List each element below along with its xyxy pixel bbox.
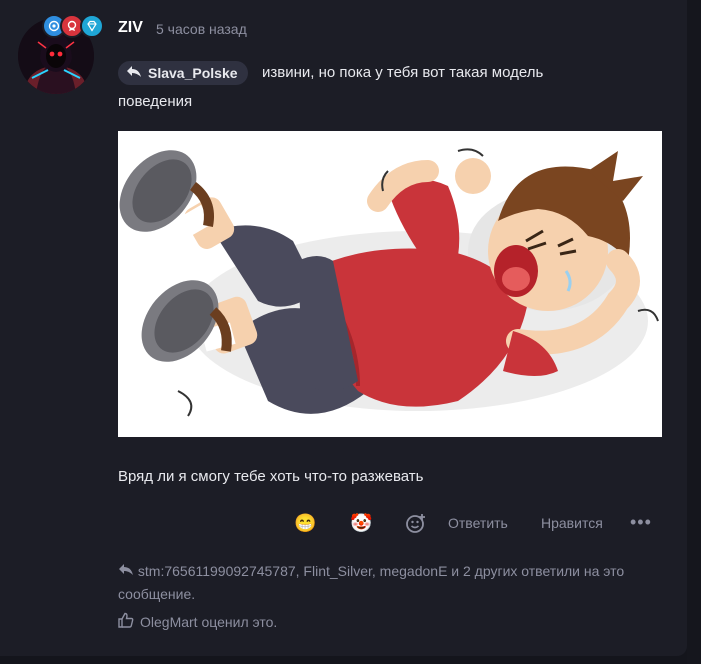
reaction-grin-emoji[interactable]: 😁 [294, 512, 316, 534]
reply-arrow-icon [118, 561, 134, 583]
like-button[interactable]: Нравится [541, 515, 603, 531]
attached-image[interactable] [118, 131, 662, 437]
thumbs-up-icon [118, 612, 134, 631]
reaction-clown-emoji[interactable]: 🤡 [350, 512, 372, 534]
action-bar: 😁 🤡 Ответить Нравится ••• [0, 512, 687, 536]
crying-boy-illustration [118, 131, 662, 437]
more-options-button[interactable]: ••• [630, 512, 652, 533]
reply-button[interactable]: Ответить [448, 515, 508, 531]
avatar-container[interactable] [18, 14, 104, 94]
post-timestamp[interactable]: 5 часов назад [156, 21, 247, 37]
message-text-line2: поведения [118, 93, 193, 110]
reply-to-chip[interactable]: Slava_Polske [118, 61, 248, 85]
add-emoji-icon[interactable] [405, 512, 427, 534]
replies-summary[interactable]: stm:76561199092745787, Flint_Silver, meg… [118, 560, 658, 605]
scroll-gutter [687, 0, 701, 664]
liked-by[interactable]: OlegMart оценил это. [118, 612, 277, 631]
author-username[interactable]: ZIV [118, 19, 143, 37]
message-text-line1: извини, но пока у тебя вот такая модель [262, 64, 544, 81]
comment-card: ZIV 5 часов назад Slava_Polske извини, н… [0, 0, 687, 656]
liked-by-text[interactable]: OlegMart оценил это. [140, 614, 277, 630]
reply-arrow-icon [126, 65, 142, 82]
diamond-badge-icon[interactable] [80, 14, 104, 38]
reply-to-username: Slava_Polske [148, 65, 238, 81]
replies-summary-text[interactable]: stm:76561199092745787, Flint_Silver, meg… [118, 563, 624, 602]
message-caption: Вряд ли я смогу тебе хоть что-то разжева… [118, 468, 424, 485]
